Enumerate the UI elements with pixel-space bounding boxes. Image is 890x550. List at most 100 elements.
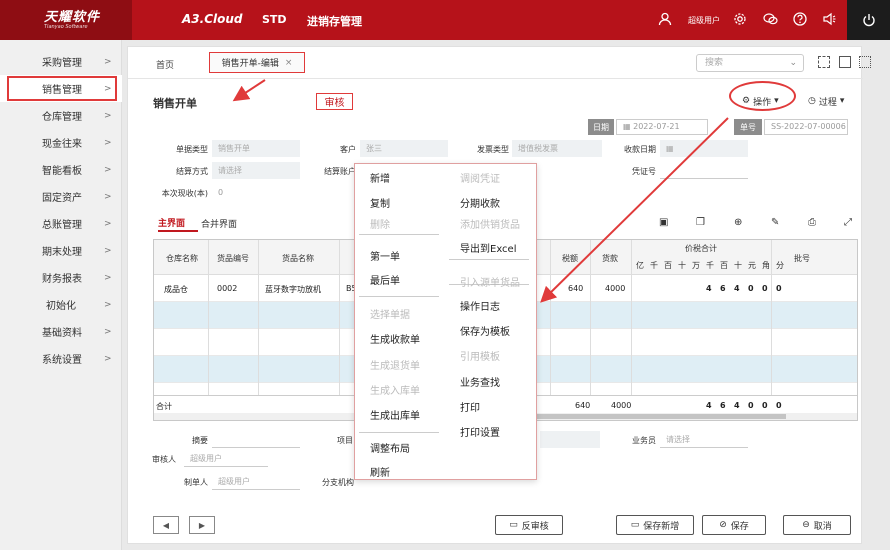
current-user[interactable]: 超级用户	[688, 15, 720, 26]
process-button[interactable]: ◷ 过程 ▾	[808, 91, 864, 111]
project-field[interactable]	[540, 431, 600, 448]
doc-number-tag: 单号	[734, 119, 762, 135]
settle-method-field[interactable]: 请选择	[212, 162, 300, 179]
menu-item[interactable]: 打印设置	[460, 424, 500, 439]
sidebar-item-period-end[interactable]: 期末处理 >	[0, 237, 122, 264]
summary-field[interactable]	[212, 431, 300, 448]
menu-item[interactable]: 操作日志	[460, 298, 500, 313]
menu-item[interactable]: 生成入库单	[370, 382, 420, 397]
menu-item[interactable]: 调整布局	[370, 440, 410, 455]
menu-item[interactable]: 第一单	[370, 248, 400, 263]
chat-icon[interactable]	[761, 10, 779, 28]
digit-cell: 4	[706, 284, 712, 293]
save-new-button[interactable]: ▭ 保存新增	[616, 515, 694, 535]
menu-item[interactable]: 打印	[460, 399, 480, 414]
print-icon[interactable]: ⎙	[808, 217, 816, 228]
digit-cell: 0	[776, 401, 782, 410]
sidebar-item-settings[interactable]: 系统设置 >	[0, 345, 122, 372]
chevron-right-icon: >	[104, 164, 112, 175]
chevron-right-icon: >	[104, 299, 112, 310]
menu-divider	[449, 259, 529, 260]
sidebar-item-fixed-assets[interactable]: 固定资产 >	[0, 183, 122, 210]
auditor-label: 审核人	[152, 455, 176, 464]
sidebar-item-base-data[interactable]: 基础资料 >	[0, 318, 122, 345]
expand-icon[interactable]	[818, 56, 830, 68]
attach-icon[interactable]: ✎	[771, 217, 779, 228]
sidebar-item-ledger[interactable]: 总账管理 >	[0, 210, 122, 237]
cancel-button[interactable]: ⊖ 取消	[783, 515, 851, 535]
sidebar-item-dashboard[interactable]: 智能看板 >	[0, 156, 122, 183]
sidebar-item-purchase[interactable]: 采购管理 >	[0, 48, 122, 75]
tab-sales-edit[interactable]: 销售开单-编辑 ×	[209, 52, 305, 73]
next-button[interactable]: ▶	[189, 516, 215, 534]
menu-item[interactable]: 引用模板	[460, 348, 500, 363]
menu-divider	[359, 432, 439, 433]
menu-item[interactable]: 新增	[370, 170, 390, 185]
sidebar-item-warehouse[interactable]: 仓库管理 >	[0, 102, 122, 129]
menu-item[interactable]: 调阅凭证	[460, 170, 500, 185]
unaudit-button[interactable]: ▭ 反审核	[495, 515, 563, 535]
chevron-down-icon: ⌄	[789, 58, 797, 68]
digit-header-cell: 亿	[636, 261, 644, 270]
help-icon[interactable]	[791, 10, 809, 28]
doc-type-field[interactable]: 销售开单	[212, 140, 300, 157]
save-button[interactable]: ⊘ 保存	[702, 515, 766, 535]
menu-item[interactable]: 保存为模板	[460, 323, 510, 338]
menu-item[interactable]: 业务查找	[460, 374, 500, 389]
search-input[interactable]: 搜索 ⌄	[696, 54, 804, 72]
menu-item[interactable]: 删除	[370, 216, 390, 231]
menu-item[interactable]: 复制	[370, 195, 390, 210]
digit-header-cell: 角	[762, 261, 770, 270]
menu-item[interactable]: 最后单	[370, 272, 400, 287]
sidebar-item-cash[interactable]: 现金往来 >	[0, 129, 122, 156]
doc-number-field[interactable]: SS-2022-07-00006	[764, 119, 848, 135]
sidebar-item-init[interactable]: 初始化 >	[0, 291, 122, 318]
date-field[interactable]: ▦ 2022-07-21	[616, 119, 708, 135]
digit-cell: 6	[720, 401, 726, 410]
notification-icon[interactable]	[820, 10, 838, 28]
salesman-field[interactable]: 请选择	[660, 431, 748, 448]
menu-item[interactable]: 引入源单货品	[460, 274, 520, 289]
calc-icon[interactable]: ▣	[659, 217, 668, 228]
menu-item[interactable]: 生成退货单	[370, 357, 420, 372]
current-collect-label: 本次现收(本)	[161, 189, 208, 198]
menu-divider	[359, 296, 439, 297]
operations-highlight-circle	[729, 81, 796, 111]
expand-icon[interactable]: ⤢	[844, 217, 852, 228]
tab-merge-view[interactable]: 合并界面	[201, 217, 237, 230]
menu-item[interactable]: 分期收款	[460, 195, 500, 210]
menu-item[interactable]: 添加供销货品	[460, 216, 520, 231]
close-icon[interactable]: ×	[285, 58, 293, 68]
tab-home[interactable]: 首页	[156, 58, 174, 71]
customer-field[interactable]: 张三	[360, 140, 448, 157]
maker-label: 制单人	[184, 478, 208, 487]
menu-divider	[359, 234, 439, 235]
fullscreen-icon[interactable]	[839, 56, 851, 68]
menu-item[interactable]: 生成收款单	[370, 331, 420, 346]
digit-header-cell: 元	[748, 261, 756, 270]
invoice-type-field[interactable]: 增值税发票	[512, 140, 602, 157]
menu-item[interactable]: 选择单据	[370, 306, 410, 321]
col-item-code: 货品编号	[217, 254, 249, 263]
menu-item[interactable]: 导出到Excel	[460, 240, 517, 255]
gear-icon[interactable]	[731, 10, 749, 28]
sidebar-item-reports[interactable]: 财务报表 >	[0, 264, 122, 291]
power-button[interactable]	[847, 0, 890, 40]
user-icon[interactable]	[656, 10, 674, 28]
copy-icon[interactable]: ❐	[696, 217, 705, 228]
edition-label: STD	[262, 13, 287, 26]
chevron-right-icon: >	[104, 137, 112, 148]
prev-button[interactable]: ◀	[153, 516, 179, 534]
menu-item[interactable]: 刷新	[370, 464, 390, 479]
digit-header-cell: 百	[664, 261, 672, 270]
collect-date-field[interactable]: ▦	[660, 140, 748, 157]
total-tax: 640	[575, 401, 591, 410]
menu-item[interactable]: 生成出库单	[370, 407, 420, 422]
summary-label: 摘要	[192, 436, 208, 445]
voucher-field[interactable]	[660, 162, 748, 179]
zoom-icon[interactable]: ⊕	[734, 217, 742, 228]
current-collect-field[interactable]: 0	[212, 184, 300, 201]
voucher-label: 凭证号	[632, 167, 656, 176]
exit-fullscreen-icon[interactable]	[859, 56, 871, 68]
tab-main-view[interactable]: 主界面	[158, 216, 198, 232]
